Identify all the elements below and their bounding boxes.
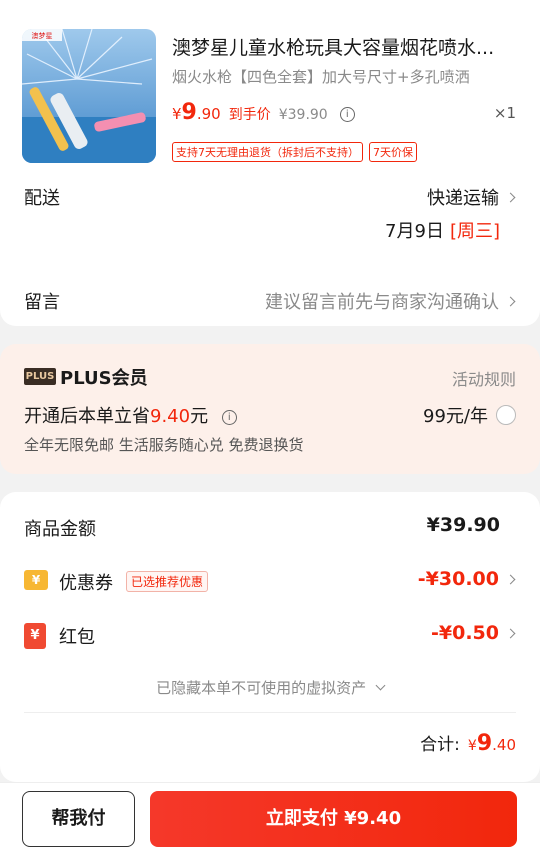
coupon-icon: ¥ [24,570,48,590]
message-field[interactable]: 建议留言前先与商家沟通确认 [265,288,516,314]
delivery-method[interactable]: 快递运输 [427,184,516,210]
price-row: ¥ 9 .90 到手价 ¥39.90 i [172,100,355,130]
total-integer: 9 [476,731,493,756]
goods-amount-label: 商品金额 [24,519,96,540]
divider [24,712,516,713]
total-decimal: .40 [492,736,516,754]
red-packet-value: -¥0.50 [431,622,499,644]
chevron-down-icon [375,680,386,691]
red-packet-icon: ¥ [24,623,46,649]
delivery-weekday: [周三] [449,221,500,242]
chevron-right-icon [505,192,516,202]
total-symbol: ¥ [467,738,477,754]
message-label: 留言 [24,292,60,313]
plus-title: PLUS会员 [60,368,148,389]
return-policy-tag: 支持7天无理由退货（拆封后不支持） [172,142,363,162]
chevron-right-icon [505,628,516,638]
coupon-value: -¥30.00 [417,568,499,590]
plus-savings-suffix: 元 [190,406,209,427]
delivery-date[interactable]: 7月9日 [周三] [385,217,500,243]
red-packet-row[interactable]: -¥0.50 [431,622,516,644]
product-image: 澳梦星 [22,29,156,163]
hidden-assets-toggle[interactable]: 已隐藏本单不可使用的虚拟资产 [0,677,540,698]
delivery-label: 配送 [24,188,60,209]
goods-amount-value: ¥39.90 [426,514,500,536]
plus-radio[interactable] [496,405,516,425]
product-thumbnail[interactable]: 澳梦星 [22,29,156,163]
plus-savings-prefix: 开通后本单立省 [24,406,150,427]
price-integer: 9 [181,100,197,125]
pay-now-button[interactable]: 立即支付 ¥9.40 [150,791,517,847]
brand-logo-text: 澳梦星 [32,31,53,40]
chevron-right-icon [505,296,516,306]
order-total: 合计: ¥ 9 .40 [420,730,516,756]
service-tags: 支持7天无理由退货（拆封后不支持） 7天价保 [172,142,417,162]
plus-benefits: 全年无限免邮 生活服务随心兑 免费退换货 [24,436,304,454]
total-label: 合计: [420,735,460,755]
info-icon[interactable]: i [339,107,355,122]
quantity: ×1 [493,104,516,122]
red-packet-label: 红包 [59,627,95,648]
coupon-row[interactable]: -¥30.00 [418,568,516,590]
delivery-date-text: 7月9日 [385,221,444,242]
plus-price-option[interactable]: 99元/年 [423,402,516,428]
coupon-label: 优惠券 [59,573,113,594]
delivery-method-text: 快递运输 [427,188,499,209]
message-placeholder: 建议留言前先与商家沟通确认 [265,292,499,313]
final-price-tag: 到手价 [228,107,271,123]
hidden-assets-text: 已隐藏本单不可使用的虚拟资产 [156,679,367,697]
chevron-right-icon [505,574,516,584]
product-title[interactable]: 澳梦星儿童水枪玩具大容量烟花喷水... [172,33,522,60]
plus-savings-amount: 9.40 [150,406,191,427]
plus-price: 99元/年 [423,406,488,427]
price-symbol: ¥ [172,105,182,123]
price-decimal: .90 [196,105,221,123]
coupon-recommended-tag: 已选推荐优惠 [126,571,209,592]
price-protect-tag: 7天价保 [369,142,417,162]
help-pay-button[interactable]: 帮我付 [22,791,135,847]
original-price: ¥39.90 [278,107,328,123]
plus-rules-link[interactable]: 活动规则 [452,366,516,390]
info-icon[interactable]: i [221,410,237,425]
plus-badge-icon: PLUS [24,368,56,385]
product-spec[interactable]: 烟火水枪【四色全套】加大号尺寸+多孔喷洒 [172,66,522,87]
plus-savings: 开通后本单立省9.40元 i [24,402,237,428]
